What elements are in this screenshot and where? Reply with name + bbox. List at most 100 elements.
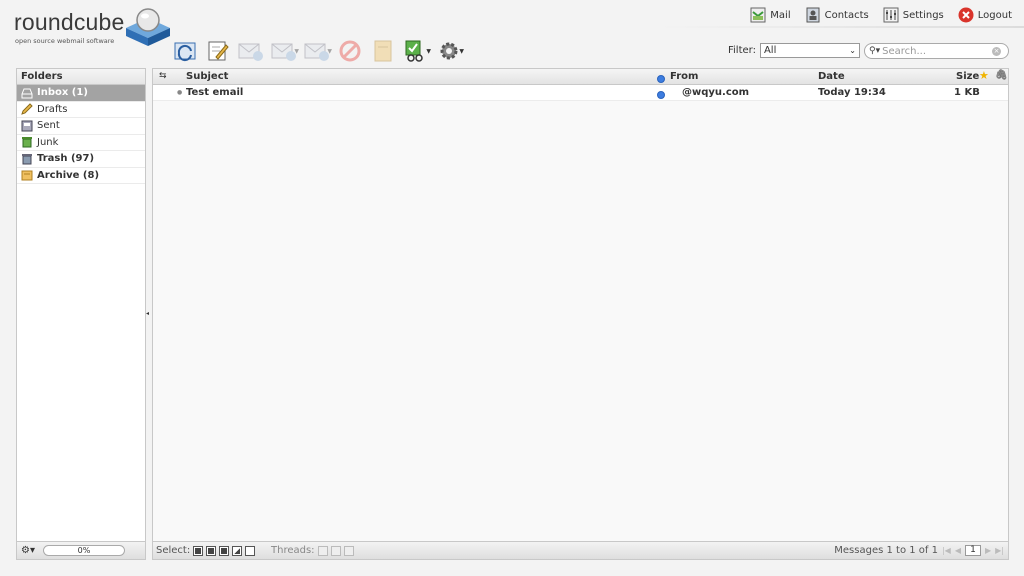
thread-bullet-icon: ● xyxy=(177,89,183,96)
mail-toolbar: ▼ ▼ ▼ ▼ xyxy=(168,36,465,66)
logo-text: roundcube xyxy=(14,9,125,35)
more-actions-button[interactable]: ▼ xyxy=(432,36,465,66)
folder-label: Inbox (1) xyxy=(37,87,88,99)
column-flag-star-icon[interactable]: ★ xyxy=(979,69,989,82)
forward-dropdown-icon[interactable]: ▼ xyxy=(327,48,332,55)
reply-button[interactable] xyxy=(234,36,267,66)
folder-label: Archive (8) xyxy=(37,169,100,181)
delete-button[interactable] xyxy=(333,36,366,66)
delete-icon xyxy=(339,40,360,62)
panel-splitter[interactable]: ◂ xyxy=(146,310,150,317)
folder-label: Trash (97) xyxy=(37,153,95,165)
more-dropdown-icon[interactable]: ▼ xyxy=(459,48,464,55)
nav-contacts-label: Contacts xyxy=(824,9,869,21)
quota-display: 0% xyxy=(42,545,125,556)
nav-contacts[interactable]: Contacts xyxy=(805,7,869,23)
gear-icon xyxy=(440,42,457,60)
select-page-button[interactable] xyxy=(206,545,217,556)
logout-icon xyxy=(958,7,974,23)
message-subject[interactable]: Test email xyxy=(186,87,243,98)
folder-label: Drafts xyxy=(37,103,68,115)
column-attachment-icon[interactable]: 🖇 xyxy=(995,70,1008,81)
collapse-all-threads-icon[interactable] xyxy=(343,545,354,556)
table-row[interactable]: ● Test email @wqyu.com Today 19:34 1 KB xyxy=(153,85,1008,101)
cube-logo-icon xyxy=(126,8,170,46)
mark-button[interactable]: ▼ xyxy=(399,36,432,66)
folders-footer: ⚙▾ 0% xyxy=(17,541,145,559)
thread-controls: Threads: xyxy=(271,545,354,556)
sent-icon xyxy=(21,120,33,132)
drafts-icon xyxy=(21,103,33,116)
column-date[interactable]: Date xyxy=(818,71,845,82)
compose-icon xyxy=(208,41,229,61)
mark-dropdown-icon[interactable]: ▼ xyxy=(426,48,431,55)
refresh-mail-icon xyxy=(174,42,195,62)
folders-header: Folders xyxy=(17,69,145,85)
archive-folder-icon xyxy=(21,170,33,181)
folder-list: Inbox (1) Drafts Sent Junk Trash (97) Ar… xyxy=(17,85,145,184)
nav-mail-label: Mail xyxy=(770,9,791,21)
previous-page-icon[interactable]: ◀ xyxy=(955,546,961,555)
expand-all-threads-icon[interactable] xyxy=(317,545,328,556)
message-list-panel: ⇆ Subject From Date Size ★ 🖇 ● Test emai… xyxy=(152,68,1009,560)
archive-button[interactable] xyxy=(366,36,399,66)
message-count: Messages 1 to 1 of 1 xyxy=(834,545,938,556)
mark-icon xyxy=(405,40,423,62)
column-size[interactable]: Size xyxy=(956,71,979,82)
contacts-icon xyxy=(806,7,820,23)
select-unread-button[interactable] xyxy=(219,545,230,556)
folder-label: Sent xyxy=(37,120,60,132)
select-label: Select: xyxy=(156,545,191,556)
select-all-button[interactable] xyxy=(193,545,204,556)
last-page-icon[interactable]: ▶| xyxy=(995,546,1004,555)
folder-drafts[interactable]: Drafts xyxy=(17,102,145,118)
junk-icon xyxy=(22,137,32,148)
folder-sent[interactable]: Sent xyxy=(17,118,145,135)
trash-icon xyxy=(22,153,32,165)
select-invert-button[interactable] xyxy=(232,545,243,556)
search-input[interactable] xyxy=(882,45,991,57)
column-subject[interactable]: Subject xyxy=(186,71,228,82)
next-page-icon[interactable]: ▶ xyxy=(985,546,991,555)
reply-all-button[interactable]: ▼ xyxy=(267,36,300,66)
folder-inbox[interactable]: Inbox (1) xyxy=(17,85,145,102)
folder-actions-gear-icon[interactable]: ⚙▾ xyxy=(21,545,35,556)
message-date: Today 19:34 xyxy=(818,87,886,98)
nav-logout[interactable]: Logout xyxy=(958,7,1012,23)
nav-settings[interactable]: Settings xyxy=(883,7,944,23)
filter-select[interactable]: All ⌄ xyxy=(759,43,860,58)
search-box: ⚲▾ × xyxy=(864,43,1009,59)
message-list-footer: Select: Threads: Messages 1 to 1 of 1 |◀… xyxy=(153,541,1008,559)
select-none-button[interactable] xyxy=(245,545,256,556)
chevron-down-icon: ⌄ xyxy=(849,46,856,55)
reply-all-dropdown-icon[interactable]: ▼ xyxy=(294,48,299,55)
folder-junk[interactable]: Junk xyxy=(17,135,145,151)
roundcube-logo[interactable]: roundcube open source webmail software xyxy=(14,6,170,48)
page-number-input[interactable]: 1 xyxy=(964,545,981,556)
settings-icon xyxy=(883,7,899,23)
search-reset-icon[interactable]: × xyxy=(992,46,1002,56)
filter-area: Filter: All ⌄ xyxy=(728,43,860,58)
forward-button[interactable]: ▼ xyxy=(300,36,333,66)
select-controls: Select: xyxy=(156,545,256,556)
folder-trash[interactable]: Trash (97) xyxy=(17,151,145,168)
first-page-icon[interactable]: |◀ xyxy=(942,546,951,555)
nav-mail[interactable]: Mail xyxy=(750,7,791,23)
nav-logout-label: Logout xyxy=(977,9,1012,21)
logo-tagline: open source webmail software xyxy=(15,37,115,45)
search-icon[interactable]: ⚲▾ xyxy=(869,46,880,56)
filter-label: Filter: xyxy=(728,45,756,56)
message-from[interactable]: @wqyu.com xyxy=(682,87,749,98)
message-list-header: ⇆ Subject From Date Size ★ 🖇 xyxy=(153,69,1008,85)
folder-archive[interactable]: Archive (8) xyxy=(17,168,145,184)
column-from[interactable]: From xyxy=(670,71,698,82)
forward-icon xyxy=(304,43,329,61)
archive-icon xyxy=(374,40,391,62)
check-mail-button[interactable] xyxy=(168,36,201,66)
threads-label: Threads: xyxy=(271,545,315,556)
list-options-icon[interactable]: ⇆ xyxy=(159,71,167,81)
expand-unread-threads-icon[interactable] xyxy=(330,545,341,556)
compose-button[interactable] xyxy=(201,36,234,66)
message-size: 1 KB xyxy=(954,87,980,98)
top-navigation: Mail Contacts Settings Logout xyxy=(750,5,1012,25)
